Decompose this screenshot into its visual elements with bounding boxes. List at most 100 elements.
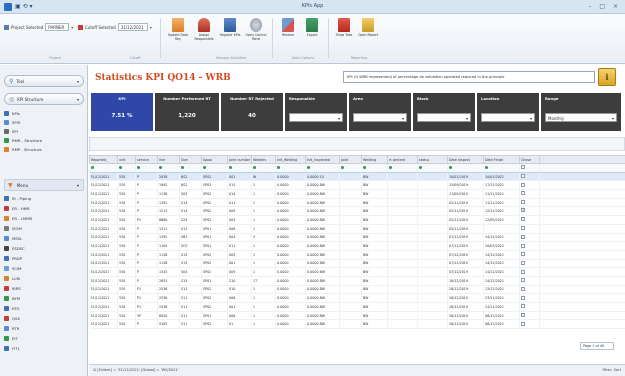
table-cell[interactable]: 011 [227,198,252,208]
table-cell[interactable]: SP02 [201,302,228,312]
filter-cell[interactable] [179,163,202,173]
table-cell[interactable]: SB1 [179,233,202,243]
menu-section-header[interactable]: ▼ Menu ▾ [4,179,84,191]
table-cell[interactable] [417,206,448,217]
table-cell[interactable] [417,215,448,225]
block-select[interactable]: ▾ [417,113,471,122]
table-cell[interactable]: 02/11/2019 [447,206,484,217]
row-checkbox[interactable] [521,174,525,179]
row-checkbox[interactable] [521,252,525,257]
table-cell[interactable] [387,285,418,295]
table-cell[interactable]: 3 [251,233,276,243]
table-cell[interactable]: 010 [227,285,252,295]
table-cell[interactable]: 0.0000 [275,293,306,303]
column-header[interactable]: Joint [339,155,362,164]
table-cell[interactable]: 1 [251,302,276,312]
table-cell[interactable]: 530 [117,198,136,208]
filter-row[interactable] [89,163,625,173]
table-cell[interactable]: 12/09/2021 [483,215,520,225]
table-cell[interactable]: S11 [179,319,202,330]
table-cell[interactable]: BW [361,198,388,208]
table-cell[interactable]: 31/12/2021 [89,172,118,182]
table-cell[interactable]: 31/12/2021 [89,311,118,321]
table-cell[interactable]: S15 [179,276,202,286]
sidebar-item[interactable]: ER - HMR [4,205,30,212]
table-cell[interactable]: 05/11/2019 [447,224,484,234]
filter-status[interactable]: ☑ [Fallent] = '31/12/2021' [Global] = 'W… [93,368,179,372]
table-cell[interactable]: 1392 [157,233,180,243]
table-cell[interactable]: 008 [227,311,252,321]
table-cell[interactable]: S11 [179,311,202,321]
table-cell[interactable] [339,311,362,321]
table-cell[interactable]: 31/12/2021 [89,259,118,269]
row-checkbox[interactable] [521,234,525,239]
sidebar-item[interactable]: KTG [4,305,19,312]
table-cell[interactable] [483,224,520,234]
table-cell[interactable]: SP [135,311,158,321]
filter-cell[interactable] [89,163,118,173]
table-cell[interactable]: 1213 [157,206,180,217]
table-cell[interactable]: 6S2 [179,180,202,191]
table-cell[interactable] [417,172,448,182]
row-checkbox[interactable] [521,313,525,318]
table-cell[interactable]: 530 [117,319,136,330]
table-cell[interactable]: SP02 [201,285,228,295]
table-cell[interactable]: BW [361,319,388,330]
table-cell[interactable]: SP02 [201,189,228,199]
table-cell[interactable]: 18/12/2019 [447,319,484,330]
tool-button[interactable]: ⚲ Tool ▾ [4,75,84,87]
table-cell[interactable]: 07/12/2019 [447,241,484,251]
row-checkbox[interactable] [521,295,525,300]
table-cell[interactable]: 0.0000 [275,198,306,208]
chose-cell[interactable] [519,293,540,303]
table-cell[interactable]: 31/12/2021 [89,319,118,330]
table-row[interactable]: 31/12/2021 530 P 9182 S11 SP02 01 1 0.0000 0.0000… [89,319,625,330]
table-cell[interactable]: S05 [179,189,202,199]
table-cell[interactable]: 9182 [157,319,180,330]
sidebar-item[interactable]: EIT [4,335,18,342]
table-cell[interactable] [417,285,448,295]
column-header[interactable]: Joint number [227,155,252,164]
table-cell[interactable]: 1T [251,276,276,286]
table-cell[interactable]: 8680 [157,215,180,225]
info-icon[interactable]: i [598,68,616,86]
table-cell[interactable]: SP01 [201,241,228,251]
table-row[interactable]: 31/12/2021 530 P 1343 S04 SP02 009 1 0.0000 0.000… [89,267,625,277]
table-cell[interactable]: 8920 [157,311,180,321]
table-cell[interactable]: S25 [179,215,202,225]
table-cell[interactable]: 530 [117,267,136,277]
column-header[interactable]: Date Inspect [447,155,484,164]
open-report-button[interactable]: Open Report [356,18,380,37]
table-row[interactable]: 31/12/2021 530 P1 2536 S11 SP02 006 1 0.0000 0.00… [89,293,625,303]
table-cell[interactable]: 2853 [157,276,180,286]
table-cell[interactable]: SP02 [201,267,228,277]
table-cell[interactable]: P1 [135,285,158,295]
column-header[interactable]: Welders [251,155,276,164]
table-cell[interactable]: 0.0000 BW [305,198,340,208]
filter-cell[interactable] [305,163,340,173]
sidebar-item[interactable]: ESDSC [4,245,25,252]
window-controls[interactable]: – □ × [588,3,621,10]
table-cell[interactable]: SP02 [201,293,228,303]
restore-button[interactable]: Restore [276,18,300,37]
table-row[interactable]: 31/12/2021 530 P 1992 6S2 SP03 015 1 0.0000 0.000… [89,180,625,191]
table-cell[interactable]: 009 [227,267,252,277]
update-data-button[interactable]: Update Data Key [166,18,190,41]
sidebar-item[interactable]: IRRS [4,285,21,292]
table-cell[interactable]: 0.0000 BW [305,267,340,277]
status-right[interactable]: Filter: Sort [602,368,621,372]
chose-cell[interactable] [519,206,540,217]
table-cell[interactable]: 14/12/2021 [483,276,520,286]
filter-checkbox[interactable] [521,165,525,170]
table-cell[interactable] [387,302,418,312]
table-cell[interactable] [339,241,362,251]
table-cell[interactable]: BW [361,233,388,243]
table-cell[interactable]: 0.0000 BW [305,302,340,312]
table-cell[interactable]: 1 [251,319,276,330]
table-cell[interactable]: 18/12/2019 [447,302,484,312]
table-cell[interactable] [387,215,418,225]
table-cell[interactable] [387,250,418,260]
table-cell[interactable] [387,198,418,208]
table-row[interactable]: 31/12/2021 530 P 1392 SB1 SP01 004 3 0.0000 0.000… [89,233,625,243]
table-cell[interactable] [417,276,448,286]
